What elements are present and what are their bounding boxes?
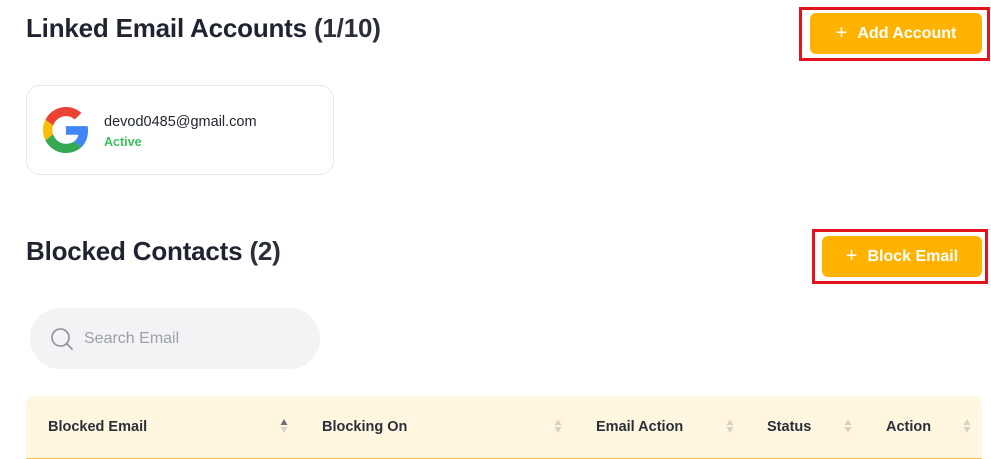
- linked-accounts-title: Linked Email Accounts (1/10): [26, 13, 381, 44]
- column-header-blocked-email[interactable]: Blocked Email: [48, 396, 147, 458]
- search-icon: [51, 328, 73, 350]
- blocked-contacts-count: (2): [249, 236, 281, 266]
- column-header-status[interactable]: Status: [767, 396, 811, 458]
- account-email: devod0485@gmail.com: [104, 114, 257, 130]
- account-status: Active: [104, 135, 142, 149]
- google-icon: [43, 107, 89, 153]
- plus-icon: +: [845, 244, 858, 267]
- add-account-label: Add Account: [857, 24, 957, 42]
- plus-icon: +: [835, 21, 848, 44]
- sort-ascending-icon[interactable]: [280, 416, 288, 436]
- sort-icon[interactable]: [844, 416, 852, 436]
- page: Linked Email Accounts (1/10) + Add Accou…: [0, 0, 991, 459]
- linked-account-card[interactable]: devod0485@gmail.com Active: [26, 85, 334, 175]
- column-header-blocking-on[interactable]: Blocking On: [322, 396, 407, 458]
- search-input[interactable]: [84, 308, 304, 369]
- block-email-label: Block Email: [867, 247, 959, 265]
- linked-accounts-count: (1/10): [313, 13, 381, 43]
- blocked-contacts-title: Blocked Contacts (2): [26, 236, 281, 267]
- blocked-contacts-table-header: Blocked Email Blocking On Email Action S…: [26, 396, 982, 459]
- add-account-button[interactable]: + Add Account: [810, 13, 982, 54]
- blocked-contacts-title-text: Blocked Contacts: [26, 236, 243, 266]
- block-email-button[interactable]: + Block Email: [822, 236, 982, 277]
- column-header-email-action[interactable]: Email Action: [596, 396, 683, 458]
- sort-icon[interactable]: [554, 416, 562, 436]
- linked-accounts-title-text: Linked Email Accounts: [26, 13, 307, 43]
- search-box: [30, 308, 320, 369]
- sort-icon[interactable]: [726, 416, 734, 436]
- sort-icon[interactable]: [963, 416, 971, 436]
- column-header-action[interactable]: Action: [886, 396, 931, 458]
